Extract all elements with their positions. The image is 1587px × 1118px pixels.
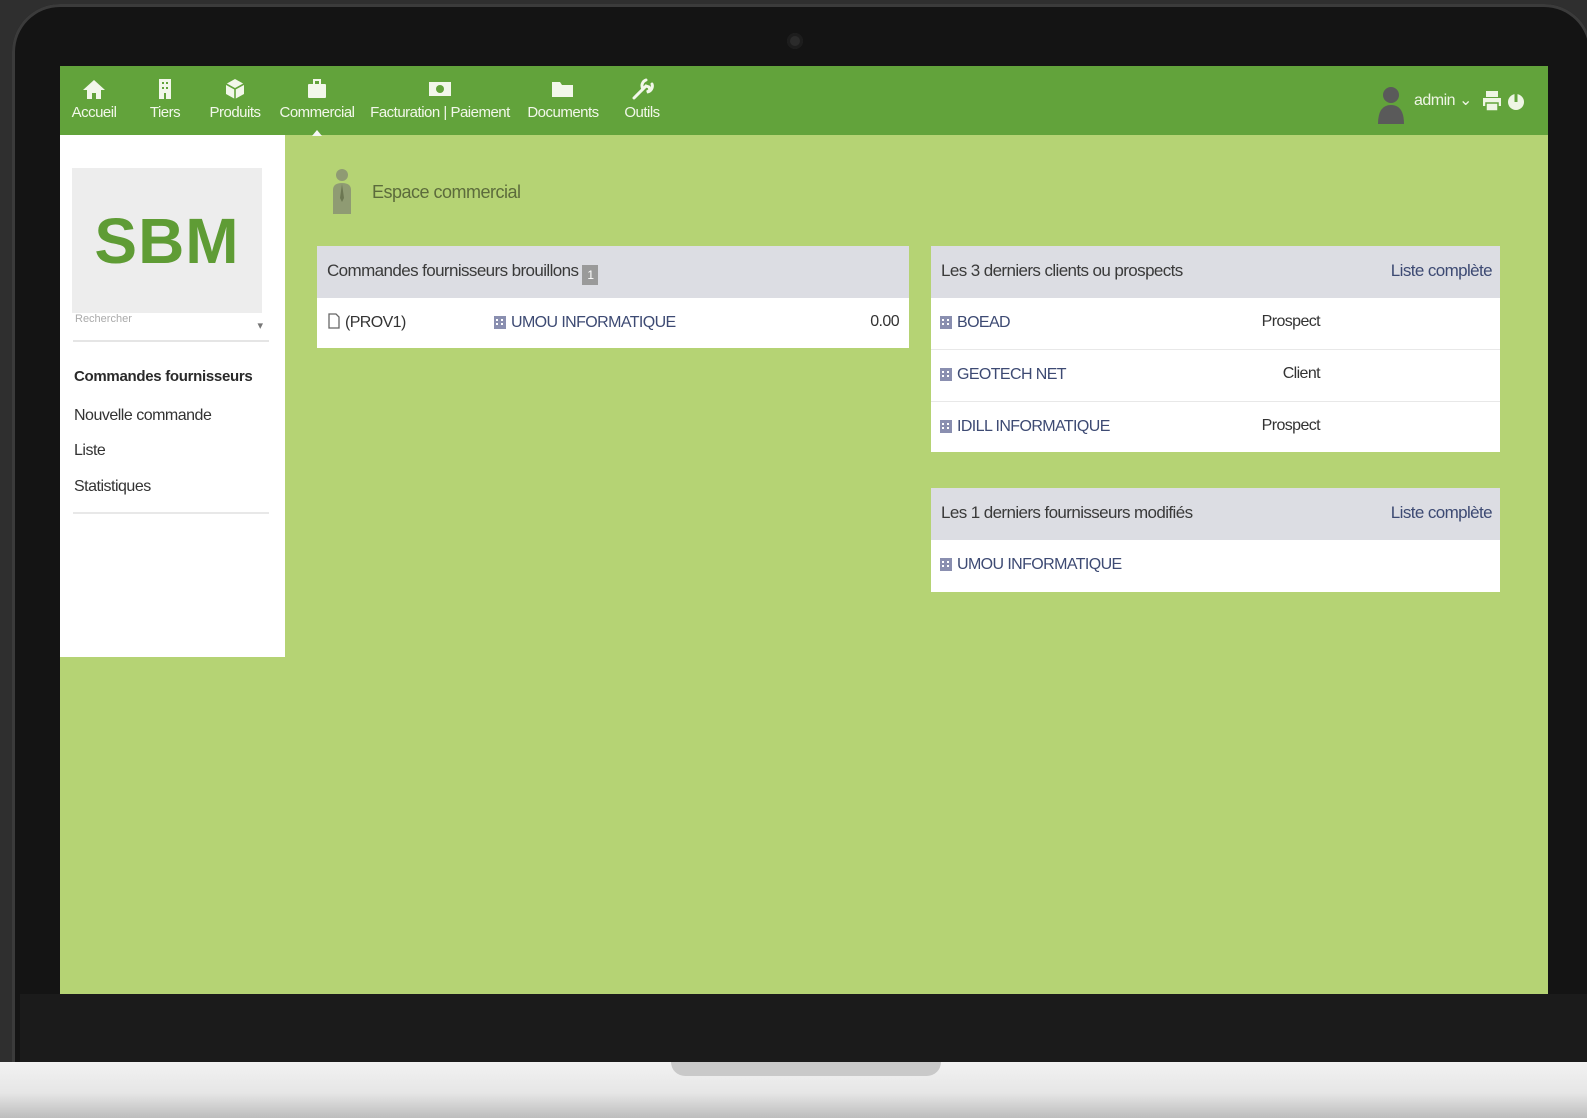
search-placeholder: Rechercher: [75, 313, 132, 325]
last-suppliers-box: Les 1 derniers fournisseurs modifiés Lis…: [931, 488, 1500, 592]
client-name-cell[interactable]: GEOTECH NET: [939, 365, 1067, 384]
table-row[interactable]: BOEAD Prospect: [931, 298, 1500, 350]
page-title: Espace commercial: [372, 182, 521, 202]
user-menu[interactable]: admin ⌄: [1376, 84, 1526, 124]
left-sidebar: SBM Rechercher ▾ Commandes fournisseurs …: [60, 135, 285, 657]
user-name-text: admin: [1414, 92, 1456, 109]
last-clients-box: Les 3 derniers clients ou prospects List…: [931, 246, 1500, 452]
box-title-text: Commandes fournisseurs brouillons: [327, 261, 579, 280]
laptop-bezel: [20, 994, 1587, 1064]
briefcase-icon: [308, 79, 326, 98]
folder-icon: [552, 82, 573, 97]
laptop-notch: [671, 1062, 941, 1076]
supplier-cell[interactable]: UMOU INFORMATIQUE: [493, 313, 676, 332]
document-icon: [328, 313, 340, 329]
count-badge: 1: [582, 265, 599, 285]
nav-label: Accueil: [71, 104, 117, 121]
client-name-cell[interactable]: BOEAD: [939, 313, 1011, 332]
commercial-person-icon: [333, 169, 351, 214]
box-header: Les 1 derniers fournisseurs modifiés Lis…: [931, 488, 1500, 540]
logo-text: SBM: [94, 204, 240, 277]
nav-label: Produits: [209, 104, 261, 121]
user-avatar-icon: [1378, 87, 1404, 124]
user-name[interactable]: admin ⌄: [1414, 90, 1472, 110]
client-status: Client: [1282, 365, 1321, 382]
cube-icon: [225, 79, 245, 99]
table-row[interactable]: GEOTECH NET Client: [931, 350, 1500, 402]
home-icon: [83, 80, 105, 99]
nav-label: Outils: [624, 104, 660, 121]
box-header: Les 3 derniers clients ou prospects List…: [931, 246, 1500, 298]
company-icon: [940, 420, 952, 433]
client-name: IDILL INFORMATIQUE: [957, 418, 1110, 435]
chevron-down-icon: ⌄: [1459, 92, 1472, 109]
supplier-name-cell[interactable]: UMOU INFORMATIQUE: [939, 555, 1122, 574]
company-icon: [940, 316, 952, 329]
money-icon: [429, 82, 451, 96]
order-ref-cell[interactable]: (PROV1): [327, 313, 406, 332]
logout-icon[interactable]: [1506, 90, 1526, 112]
nav-documents[interactable]: Documents: [525, 66, 601, 135]
menu-link-statistics[interactable]: Statistiques: [74, 478, 151, 496]
full-list-link[interactable]: Liste complète: [1391, 261, 1493, 281]
amount-cell: 0.00: [870, 313, 899, 330]
nav-tiers[interactable]: Tiers: [142, 66, 188, 135]
draft-orders-box: Commandes fournisseurs brouillons 1 (PROV…: [317, 246, 909, 348]
company-icon: [940, 368, 952, 381]
menu-link-new-order[interactable]: Nouvelle commande: [74, 407, 212, 425]
nav-label: Tiers: [149, 104, 181, 121]
company-icon: [940, 558, 952, 571]
search-select[interactable]: Rechercher ▾: [73, 313, 269, 342]
nav-label: Documents: [527, 104, 599, 121]
client-status: Prospect: [1261, 313, 1321, 330]
nav-outils[interactable]: Outils: [620, 66, 664, 135]
table-row[interactable]: (PROV1) UMOU INFORMATIQUE 0.00: [317, 298, 909, 349]
nav-accueil[interactable]: Accueil: [68, 66, 120, 135]
supplier-name: UMOU INFORMATIQUE: [511, 314, 676, 331]
box-title: Les 1 derniers fournisseurs modifiés: [941, 503, 1193, 522]
app-screen: Accueil Tiers Produits Commercial Factur…: [60, 66, 1548, 994]
nav-produits[interactable]: Produits: [205, 66, 265, 135]
top-menu-bar: Accueil Tiers Produits Commercial Factur…: [60, 66, 1548, 136]
nav-label: Facturation | Paiement: [370, 104, 510, 121]
client-name: BOEAD: [957, 314, 1011, 331]
client-status: Prospect: [1261, 417, 1321, 434]
supplier-name: UMOU INFORMATIQUE: [957, 556, 1122, 573]
nav-facturation[interactable]: Facturation | Paiement: [366, 66, 514, 135]
table-row[interactable]: IDILL INFORMATIQUE Prospect: [931, 402, 1500, 453]
chevron-down-icon: ▾: [257, 320, 263, 332]
full-list-link[interactable]: Liste complète: [1391, 503, 1493, 523]
box-title: Les 3 derniers clients ou prospects: [941, 261, 1183, 280]
client-name: GEOTECH NET: [957, 366, 1067, 383]
nav-commercial[interactable]: Commercial: [278, 66, 356, 136]
company-icon: [494, 316, 506, 329]
table-row[interactable]: UMOU INFORMATIQUE: [931, 540, 1500, 591]
wrench-icon: [632, 78, 654, 100]
menu-link-list[interactable]: Liste: [74, 442, 106, 460]
nav-label: Commercial: [279, 104, 355, 121]
box-title[interactable]: Commandes fournisseurs brouillons 1: [327, 261, 599, 285]
print-icon[interactable]: [1482, 90, 1502, 112]
building-icon: [159, 79, 171, 99]
menu-divider: [73, 512, 269, 514]
client-name-cell[interactable]: IDILL INFORMATIQUE: [939, 417, 1110, 436]
company-logo[interactable]: SBM: [72, 168, 262, 313]
menu-section-title[interactable]: Commandes fournisseurs: [74, 368, 253, 385]
order-ref-text: (PROV1): [345, 314, 406, 331]
camera-icon: [787, 33, 803, 49]
box-header: Commandes fournisseurs brouillons 1: [317, 246, 909, 298]
